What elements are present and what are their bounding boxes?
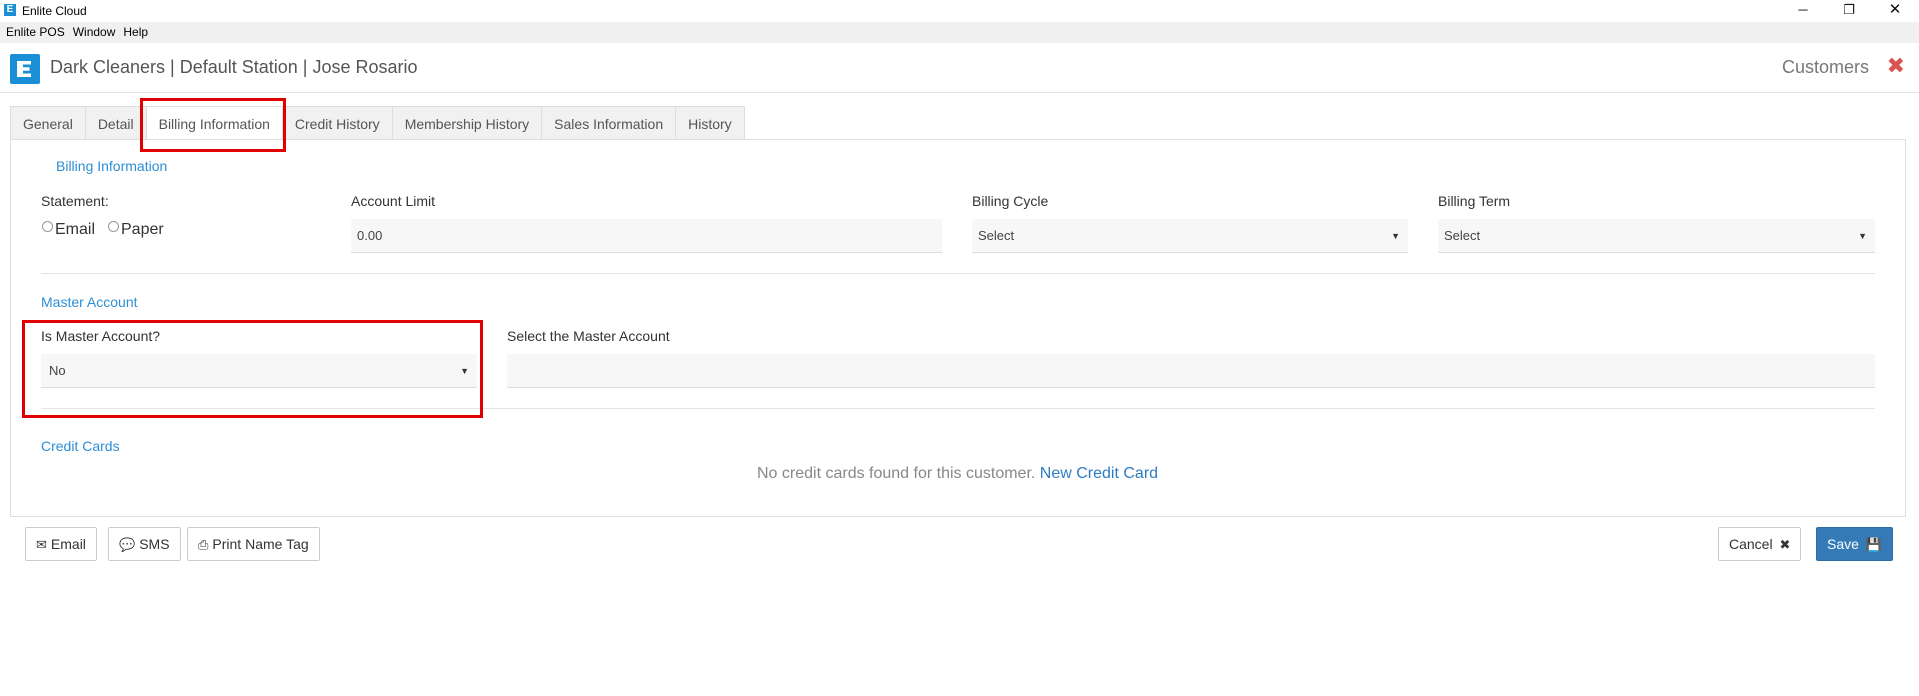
- menu-enlite-pos[interactable]: Enlite POS: [0, 22, 69, 43]
- caret-down-icon: ▼: [1858, 231, 1867, 241]
- close-window-button[interactable]: ✕: [1872, 0, 1918, 22]
- radio-icon: [108, 221, 119, 232]
- billing-term-label: Billing Term: [1438, 193, 1511, 209]
- email-button-label: Email: [50, 536, 86, 552]
- floppy-disk-icon: 💾: [1865, 537, 1882, 552]
- sms-button-label: SMS: [139, 536, 170, 552]
- app-icon: E: [4, 4, 16, 16]
- menu-bar: Enlite POS Window Help: [0, 22, 1919, 43]
- menu-help[interactable]: Help: [119, 22, 152, 43]
- tab-general[interactable]: General: [10, 106, 86, 140]
- account-limit-input[interactable]: 0.00: [351, 219, 942, 253]
- save-button-label: Save: [1827, 536, 1859, 552]
- section-divider: [41, 273, 1875, 274]
- close-icon[interactable]: ✖: [1887, 53, 1905, 79]
- breadcrumb: Dark Cleaners | Default Station | Jose R…: [50, 57, 418, 77]
- statement-email-radio[interactable]: Email: [42, 221, 95, 239]
- billing-cycle-value: Select: [978, 228, 1015, 243]
- app-header: Dark Cleaners | Default Station | Jose R…: [0, 43, 1919, 93]
- billing-cycle-label: Billing Cycle: [972, 193, 1049, 209]
- select-master-account-input[interactable]: [507, 354, 1875, 388]
- email-button[interactable]: ✉ Email: [25, 527, 97, 561]
- billing-cycle-select[interactable]: Select ▼: [972, 219, 1408, 253]
- tab-credit-history[interactable]: Credit History: [281, 106, 393, 140]
- is-master-account-select[interactable]: No ▼: [41, 354, 477, 388]
- no-credit-cards-message: No credit cards found for this customer.…: [757, 465, 1158, 483]
- new-credit-card-link[interactable]: New Credit Card: [1040, 465, 1158, 482]
- tab-bar: General Detail Billing Information Credi…: [10, 106, 745, 141]
- is-master-account-value: No: [49, 363, 66, 378]
- billing-information-heading: Billing Information: [56, 158, 168, 174]
- select-master-account-label: Select the Master Account: [507, 328, 670, 344]
- tab-detail[interactable]: Detail: [84, 106, 147, 140]
- tab-history[interactable]: History: [675, 106, 745, 140]
- statement-paper-radio[interactable]: Paper: [108, 221, 164, 239]
- billing-term-value: Select: [1444, 228, 1481, 243]
- empty-message-text: No credit cards found for this customer.: [757, 465, 1036, 482]
- menu-window[interactable]: Window: [69, 22, 120, 43]
- maximize-button[interactable]: ❐: [1826, 0, 1872, 22]
- section-divider: [41, 408, 1875, 409]
- tab-membership-history[interactable]: Membership History: [391, 106, 543, 140]
- tab-sales-information[interactable]: Sales Information: [541, 106, 677, 140]
- credit-cards-heading: Credit Cards: [41, 438, 120, 454]
- caret-down-icon: ▼: [1391, 231, 1400, 241]
- sms-button[interactable]: 💬 SMS: [108, 527, 181, 561]
- account-limit-label: Account Limit: [351, 193, 436, 209]
- billing-term-select[interactable]: Select ▼: [1438, 219, 1875, 253]
- window-title: Enlite Cloud: [22, 4, 87, 18]
- tab-billing-information[interactable]: Billing Information: [145, 106, 283, 141]
- comment-icon: 💬: [119, 537, 136, 552]
- caret-down-icon: ▼: [460, 366, 469, 376]
- enlite-logo-icon: [10, 54, 40, 84]
- cancel-button-label: Cancel: [1729, 536, 1773, 552]
- radio-icon: [42, 221, 53, 232]
- statement-paper-label: Paper: [121, 221, 164, 238]
- tab-panel: [10, 139, 1906, 517]
- cancel-button[interactable]: Cancel ✖: [1718, 527, 1802, 561]
- print-button-label: Print Name Tag: [212, 536, 309, 552]
- statement-email-label: Email: [55, 221, 96, 238]
- save-button[interactable]: Save 💾: [1816, 527, 1893, 561]
- master-account-heading: Master Account: [41, 294, 138, 310]
- window-title-bar: E Enlite Cloud ─ ❐ ✕: [0, 0, 1919, 22]
- statement-label: Statement:: [41, 193, 109, 209]
- page-title: Customers: [1781, 57, 1869, 77]
- minimize-button[interactable]: ─: [1780, 0, 1826, 22]
- is-master-account-label: Is Master Account?: [41, 328, 161, 344]
- envelope-icon: ✉: [36, 537, 47, 552]
- print-icon: ⎙: [198, 537, 209, 552]
- times-icon: ✖: [1779, 537, 1791, 552]
- print-name-tag-button[interactable]: ⎙ Print Name Tag: [187, 527, 320, 561]
